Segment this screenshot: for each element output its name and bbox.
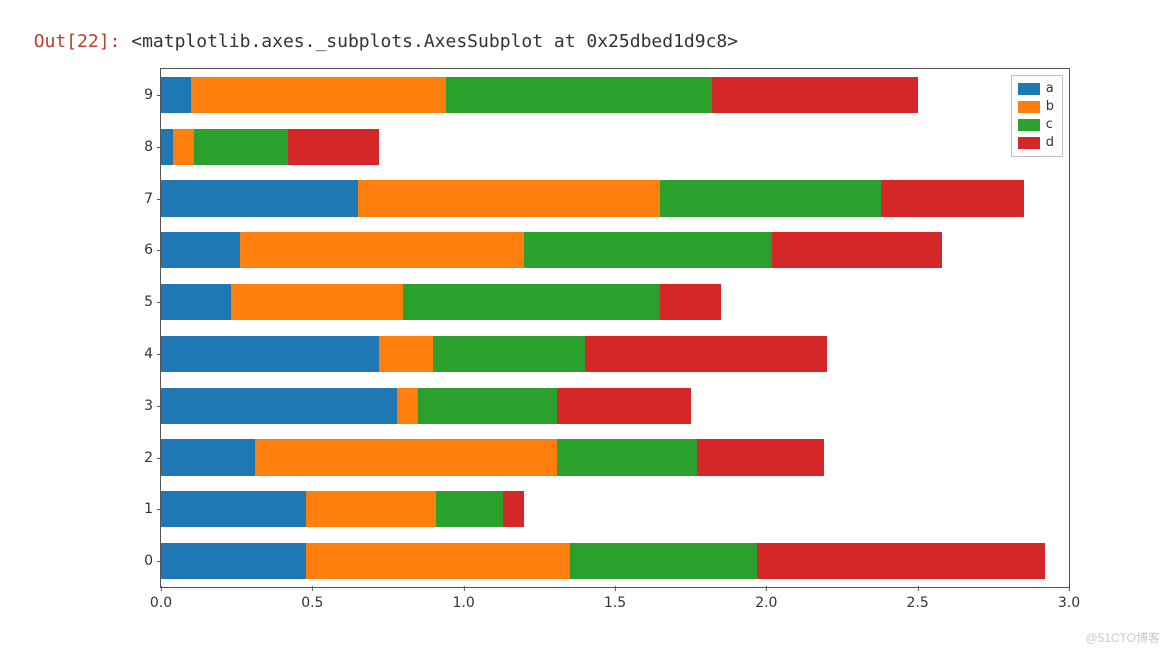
bar-segment-b	[379, 336, 433, 372]
bar-segment-a	[161, 388, 397, 424]
bar-segment-d	[697, 439, 824, 475]
bar-segment-c	[524, 232, 772, 268]
bar-segment-b	[306, 543, 569, 579]
bar-segment-d	[585, 336, 827, 372]
bar-segment-b	[173, 129, 194, 165]
x-tick-label: 2.5	[907, 587, 929, 611]
y-tick-label: 9	[144, 87, 161, 103]
legend-swatch-b	[1018, 101, 1040, 113]
legend-label-b: b	[1046, 98, 1054, 116]
bar-segment-c	[557, 439, 696, 475]
bar-segment-d	[557, 388, 690, 424]
legend-entry-b: b	[1018, 98, 1054, 116]
y-tick-label: 7	[144, 191, 161, 207]
bar-segment-b	[397, 388, 418, 424]
legend-label-d: d	[1046, 134, 1054, 152]
output-repr: <matplotlib.axes._subplots.AxesSubplot a…	[131, 31, 738, 52]
bar-segment-a	[161, 543, 306, 579]
bar-segment-a	[161, 336, 379, 372]
bar-segment-c	[570, 543, 758, 579]
plot-area: a b c d 01234567890.00.51.01.52.02.53.0	[160, 68, 1070, 588]
legend: a b c d	[1011, 75, 1063, 157]
legend-swatch-a	[1018, 83, 1040, 95]
bar-segment-c	[194, 129, 288, 165]
bar-segment-c	[418, 388, 557, 424]
legend-swatch-c	[1018, 119, 1040, 131]
bar-segment-a	[161, 129, 173, 165]
bar-segment-a	[161, 232, 240, 268]
y-tick-label: 4	[144, 346, 161, 362]
bar-segment-b	[306, 491, 436, 527]
watermark: @51CTO博客	[1085, 629, 1160, 646]
x-tick-label: 2.0	[755, 587, 777, 611]
bar-segment-d	[660, 284, 721, 320]
y-tick-label: 5	[144, 294, 161, 310]
legend-swatch-d	[1018, 137, 1040, 149]
bar-segment-c	[403, 284, 660, 320]
y-tick-label: 8	[144, 139, 161, 155]
bar-segment-d	[288, 129, 379, 165]
bar-segment-d	[881, 180, 1023, 216]
bar-segment-c	[660, 180, 881, 216]
output-prompt: Out[22]:	[34, 31, 132, 52]
bar-segment-d	[503, 491, 524, 527]
x-tick-label: 0.5	[301, 587, 323, 611]
y-tick-label: 1	[144, 501, 161, 517]
bar-segment-b	[358, 180, 661, 216]
bar-segment-d	[712, 77, 918, 113]
legend-label-a: a	[1046, 80, 1054, 98]
bar-segment-c	[436, 491, 503, 527]
legend-label-c: c	[1046, 116, 1053, 134]
legend-entry-d: d	[1018, 134, 1054, 152]
bar-segment-a	[161, 180, 358, 216]
x-tick-label: 1.5	[604, 587, 626, 611]
bar-segment-a	[161, 491, 306, 527]
y-tick-label: 0	[144, 553, 161, 569]
bar-segment-b	[231, 284, 404, 320]
bar-segment-b	[191, 77, 445, 113]
x-tick-label: 3.0	[1058, 587, 1080, 611]
notebook-output-line: Out[22]: <matplotlib.axes._subplots.Axes…	[12, 6, 738, 54]
bar-segment-c	[446, 77, 712, 113]
legend-entry-a: a	[1018, 80, 1054, 98]
x-tick-label: 0.0	[150, 587, 172, 611]
bar-segment-b	[240, 232, 525, 268]
bar-segment-b	[255, 439, 558, 475]
y-tick-label: 2	[144, 450, 161, 466]
bar-segment-c	[433, 336, 584, 372]
legend-entry-c: c	[1018, 116, 1054, 134]
bar-segment-a	[161, 284, 231, 320]
bar-segment-d	[757, 543, 1045, 579]
y-tick-label: 6	[144, 242, 161, 258]
bar-segment-d	[772, 232, 941, 268]
bar-segment-a	[161, 77, 191, 113]
y-tick-label: 3	[144, 398, 161, 414]
chart-figure: a b c d 0 1 2 3 4 5 6 7 8 9 0.0 0.5 1.0 1.5 2.0 2.5 3.0	[110, 50, 1090, 620]
bar-segment-a	[161, 439, 255, 475]
x-tick-label: 1.0	[453, 587, 475, 611]
